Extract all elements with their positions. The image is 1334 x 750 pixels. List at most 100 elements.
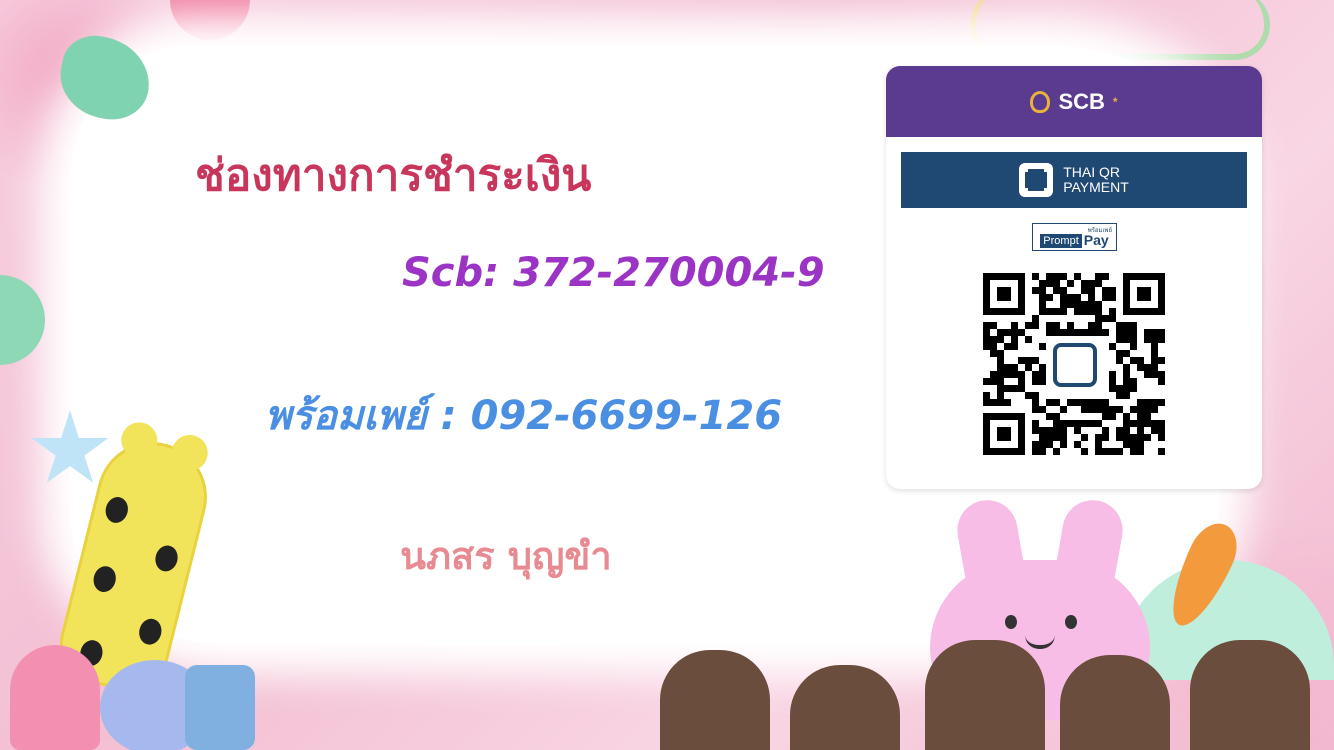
qr-module xyxy=(1074,308,1081,315)
qr-module xyxy=(1109,287,1116,294)
qr-module xyxy=(997,329,1004,336)
qr-module xyxy=(1151,336,1158,343)
qr-module xyxy=(1046,280,1053,287)
qr-module xyxy=(1081,280,1088,287)
qr-module xyxy=(1053,413,1060,420)
qr-module xyxy=(997,399,1004,406)
gift-box-doodle xyxy=(185,665,255,750)
qr-module xyxy=(1095,434,1102,441)
qr-module xyxy=(997,378,1004,385)
qr-module xyxy=(990,371,997,378)
qr-module xyxy=(1018,385,1025,392)
qr-module xyxy=(1095,329,1102,336)
qr-module xyxy=(1095,308,1102,315)
qr-module xyxy=(1130,357,1137,364)
payment-channels-title: ช่องทางการชำระเงิน xyxy=(195,150,592,201)
qr-module xyxy=(1130,329,1137,336)
qr-module xyxy=(1130,385,1137,392)
qr-module xyxy=(1151,371,1158,378)
qr-module xyxy=(1046,308,1053,315)
qr-module xyxy=(1123,427,1130,434)
qr-module xyxy=(1144,364,1151,371)
qr-module xyxy=(1046,399,1053,406)
qr-module xyxy=(1074,329,1081,336)
qr-module xyxy=(1151,399,1158,406)
qr-module xyxy=(1039,427,1046,434)
qr-module xyxy=(1102,399,1109,406)
qr-module xyxy=(1088,287,1095,294)
qr-module xyxy=(1095,420,1102,427)
promptpay-thai-small: พร้อมเพย์ xyxy=(1087,228,1112,234)
qr-module xyxy=(1123,378,1130,385)
qr-module xyxy=(1032,427,1039,434)
qr-module xyxy=(1095,280,1102,287)
qr-module xyxy=(1151,406,1158,413)
qr-module xyxy=(1004,343,1011,350)
qr-module xyxy=(1039,364,1046,371)
qr-module xyxy=(1130,441,1137,448)
qr-module xyxy=(1116,434,1123,441)
qr-module xyxy=(1116,406,1123,413)
qr-module xyxy=(1123,371,1130,378)
qr-module xyxy=(1074,441,1081,448)
qr-module xyxy=(1032,357,1039,364)
qr-module xyxy=(983,392,990,399)
qr-module xyxy=(1137,420,1144,427)
qr-module xyxy=(1011,371,1018,378)
qr-module xyxy=(1158,329,1165,336)
qr-module xyxy=(1074,427,1081,434)
qr-module xyxy=(1123,385,1130,392)
qr-module xyxy=(1060,273,1067,280)
qr-module xyxy=(1123,336,1130,343)
qr-module xyxy=(1018,378,1025,385)
qr-module xyxy=(1032,287,1039,294)
qr-module xyxy=(1053,434,1060,441)
qr-module xyxy=(1158,336,1165,343)
qr-module xyxy=(1074,399,1081,406)
qr-module xyxy=(1109,371,1116,378)
qr-module xyxy=(1018,329,1025,336)
qr-module xyxy=(1144,371,1151,378)
qr-module xyxy=(1060,301,1067,308)
qr-module xyxy=(1074,420,1081,427)
qr-module xyxy=(1137,427,1144,434)
qr-module xyxy=(1123,322,1130,329)
qr-module xyxy=(990,336,997,343)
qr-module xyxy=(1102,329,1109,336)
qr-module xyxy=(1025,392,1032,399)
thai-qr-label: THAI QR PAYMENT xyxy=(1063,165,1129,195)
promptpay-prompt-text: Prompt xyxy=(1040,234,1082,248)
qr-module xyxy=(1046,434,1053,441)
qr-module xyxy=(1025,364,1032,371)
qr-module xyxy=(1158,399,1165,406)
qr-module xyxy=(1151,329,1158,336)
qr-module xyxy=(1088,308,1095,315)
qr-module xyxy=(1046,427,1053,434)
account-holder-name: นภสร บุญขำ xyxy=(400,534,612,578)
qr-module xyxy=(1053,399,1060,406)
promptpay-number: พร้อมเพย์ : 092-6699-126 xyxy=(265,393,783,439)
fence-post xyxy=(1190,640,1310,750)
qr-module xyxy=(1109,448,1116,455)
qr-module xyxy=(1060,441,1067,448)
qr-module xyxy=(1018,357,1025,364)
qr-module xyxy=(1060,434,1067,441)
qr-module xyxy=(1123,420,1130,427)
scb-logo-icon xyxy=(1030,90,1051,113)
qr-module xyxy=(1158,434,1165,441)
scb-account-number: Scb: 372-270004-9 xyxy=(402,250,825,296)
qr-module xyxy=(1137,413,1144,420)
qr-module xyxy=(1158,378,1165,385)
qr-module xyxy=(1144,406,1151,413)
qr-module xyxy=(1144,434,1151,441)
qr-module xyxy=(1137,406,1144,413)
qr-module xyxy=(1060,287,1067,294)
qr-module xyxy=(1095,301,1102,308)
qr-module xyxy=(1123,441,1130,448)
qr-module xyxy=(1116,448,1123,455)
qr-module xyxy=(997,336,1004,343)
qr-module xyxy=(1123,413,1130,420)
qr-module xyxy=(1102,434,1109,441)
qr-module xyxy=(1067,301,1074,308)
qr-module xyxy=(1053,448,1060,455)
